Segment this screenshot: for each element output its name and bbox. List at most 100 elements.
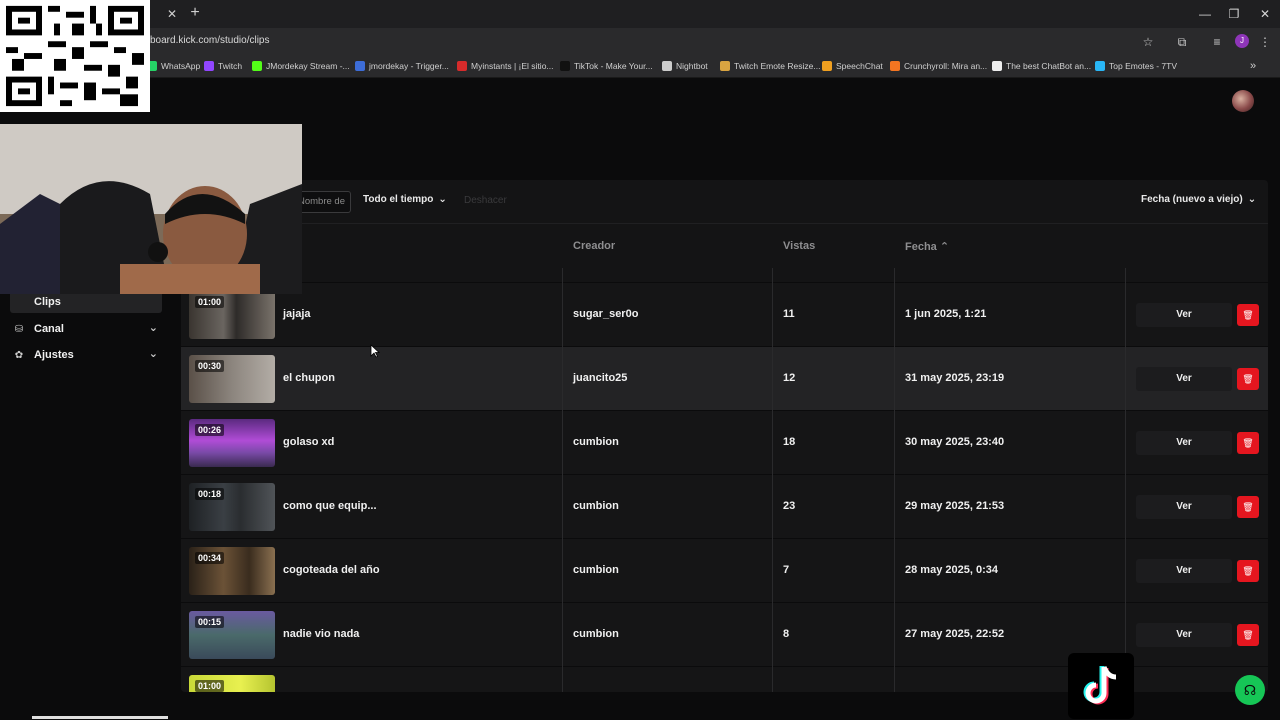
restore-icon[interactable]: ❐	[1219, 4, 1249, 24]
bookmark-7tv[interactable]: Top Emotes - 7TV	[1095, 61, 1177, 71]
clip-creator: juancito25	[573, 372, 628, 384]
bookmark-crunchyroll[interactable]: Crunchyroll: Mira an...	[890, 61, 987, 71]
delete-icon[interactable]: 🗑	[1237, 560, 1259, 582]
tab-close-icon[interactable]: ✕	[164, 6, 180, 22]
minimize-icon[interactable]: —	[1190, 4, 1220, 24]
clip-date: 31 may 2025, 23:19	[905, 372, 1005, 384]
mouse-cursor-icon	[370, 344, 380, 358]
bookmark-star-icon[interactable]: ☆	[1139, 33, 1157, 51]
delete-icon[interactable]: 🗑	[1237, 624, 1259, 646]
bookmark-myinstants[interactable]: Myinstants | ¡El sitio...	[457, 61, 554, 71]
clip-title: jajaja	[283, 308, 311, 320]
extensions-icon[interactable]: ⧉	[1173, 33, 1191, 51]
view-button[interactable]: Ver	[1136, 367, 1232, 391]
chevron-up-icon: ⌃	[939, 241, 950, 253]
table-row[interactable]: 01:00 jajaja sugar_ser0o 11 1 jun 2025, …	[181, 282, 1268, 346]
bookmark-trigger[interactable]: jmordekay - Trigger...	[355, 61, 449, 71]
clip-title: el chupon	[283, 372, 335, 384]
bookmark-emote-resizer[interactable]: Twitch Emote Resize...	[720, 61, 820, 71]
clip-creator: cumbion	[573, 628, 619, 640]
chevron-down-icon: ⌄	[438, 194, 447, 205]
webcam-image	[0, 124, 302, 294]
sidebar-item-clips[interactable]: Clips	[10, 291, 162, 313]
media-icon[interactable]: ≡	[1208, 33, 1226, 51]
clip-views: 23	[783, 500, 796, 512]
new-tab-icon[interactable]: +	[186, 4, 204, 22]
address-bar: board.kick.com/studio/clips ☆ ⧉ ≡ ⋮	[0, 28, 1280, 56]
menu-icon[interactable]: ⋮	[1256, 33, 1274, 51]
qr-code	[0, 0, 150, 112]
avatar[interactable]	[1232, 90, 1254, 112]
delete-icon[interactable]: 🗑	[1237, 496, 1259, 518]
column-date[interactable]: Fecha ⌃	[905, 240, 949, 253]
clip-duration: 00:30	[195, 360, 225, 372]
table-header: Creador Vistas Fecha ⌃	[181, 224, 1268, 268]
column-divider	[562, 268, 563, 692]
table-row[interactable]: 00:30 el chupon juancito25 12 31 may 202…	[181, 346, 1268, 410]
chevron-down-icon[interactable]: ⌄	[149, 321, 158, 334]
column-views[interactable]: Vistas	[783, 240, 815, 252]
bookmark-chatbot[interactable]: The best ChatBot an...	[992, 61, 1091, 71]
table-row[interactable]: 00:34 cogoteada del año cumbion 7 28 may…	[181, 538, 1268, 602]
clip-duration: 01:00	[195, 680, 225, 692]
column-divider	[894, 268, 895, 692]
view-button[interactable]: Ver	[1136, 559, 1232, 583]
clip-views: 12	[783, 372, 796, 384]
bookmarks-more-icon[interactable]: »	[1250, 60, 1256, 72]
bookmark-whatsapp[interactable]: WhatsApp	[147, 61, 200, 71]
webcam-overlay	[0, 124, 302, 294]
time-filter-dropdown[interactable]: Todo el tiempo ⌄	[363, 194, 447, 205]
sidebar-item-label: Canal	[34, 323, 64, 335]
sort-label: Fecha (nuevo a viejo)	[1141, 194, 1243, 205]
scroll-indicator	[32, 716, 168, 719]
tab-bar: ✕ + — ❐ ✕	[0, 0, 1280, 28]
table-row[interactable]: 00:18 como que equip... cumbion 23 29 ma…	[181, 474, 1268, 538]
sidebar-item-ajustes[interactable]: ✿ Ajustes ⌄	[10, 344, 162, 366]
sidebar-item-label: Clips	[34, 296, 61, 308]
clip-duration: 01:00	[195, 296, 225, 308]
profile-icon[interactable]: J	[1235, 34, 1249, 48]
bookmark-nightbot[interactable]: Nightbot	[662, 61, 708, 71]
emote-resizer-icon	[720, 61, 730, 71]
sidebar-item-label: Ajustes	[34, 349, 74, 361]
view-button[interactable]: Ver	[1136, 623, 1232, 647]
url-field[interactable]: board.kick.com/studio/clips	[150, 35, 270, 46]
time-filter-label: Todo el tiempo	[363, 194, 434, 205]
sort-dropdown[interactable]: Fecha (nuevo a viejo) ⌄	[1141, 194, 1256, 205]
myinstants-icon	[457, 61, 467, 71]
close-window-icon[interactable]: ✕	[1250, 4, 1280, 24]
clip-duration: 00:34	[195, 552, 225, 564]
delete-icon[interactable]: 🗑	[1237, 368, 1259, 390]
table-toolbar: Nombre de Todo el tiempo ⌄ Deshacer Fech…	[181, 180, 1268, 224]
clip-creator: cumbion	[573, 436, 619, 448]
tiktok-icon	[1083, 665, 1117, 705]
clear-filters-button[interactable]: Deshacer	[464, 195, 507, 206]
chevron-down-icon[interactable]: ⌄	[149, 347, 158, 360]
clip-date: 30 may 2025, 23:40	[905, 436, 1005, 448]
column-divider	[1125, 268, 1126, 692]
support-chat-icon[interactable]: ☊	[1235, 675, 1265, 705]
bookmark-twitch[interactable]: Twitch	[204, 61, 242, 71]
column-divider	[772, 268, 773, 692]
view-button[interactable]: Ver	[1136, 303, 1232, 327]
delete-icon[interactable]: 🗑	[1237, 432, 1259, 454]
twitch-icon	[204, 61, 214, 71]
clip-creator: sugar_ser0o	[573, 308, 639, 320]
sidebar-item-canal[interactable]: ⛁ Canal ⌄	[10, 318, 162, 340]
view-button[interactable]: Ver	[1136, 495, 1232, 519]
view-button[interactable]: Ver	[1136, 431, 1232, 455]
delete-icon[interactable]: 🗑	[1237, 304, 1259, 326]
nightbot-icon	[662, 61, 672, 71]
clip-views: 8	[783, 628, 790, 640]
clip-duration: 00:15	[195, 616, 225, 628]
clip-date: 27 may 2025, 22:52	[905, 628, 1005, 640]
bookmark-tiktok[interactable]: TikTok - Make Your...	[560, 61, 653, 71]
speechchat-icon	[822, 61, 832, 71]
bookmarks-bar: WhatsApp Twitch JMordekay Stream -... jm…	[0, 56, 1280, 78]
crunchyroll-icon	[890, 61, 900, 71]
column-creator[interactable]: Creador	[573, 240, 615, 252]
table-row[interactable]: 00:26 golaso xd cumbion 18 30 may 2025, …	[181, 410, 1268, 474]
tiktok-logo	[1068, 653, 1134, 719]
bookmark-kick-stream[interactable]: JMordekay Stream -...	[252, 61, 350, 71]
bookmark-speechchat[interactable]: SpeechChat	[822, 61, 883, 71]
